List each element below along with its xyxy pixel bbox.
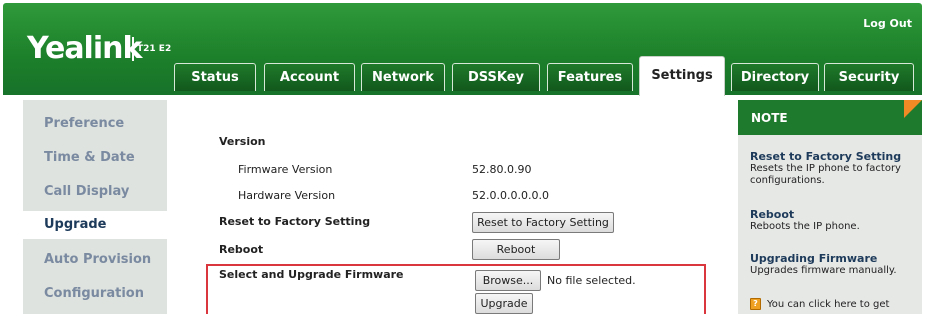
select-upgrade-firmware-label: Select and Upgrade Firmware — [219, 268, 404, 281]
yealink-logo: Yealink — [27, 31, 142, 66]
note-help-link[interactable]: You can click here to get — [767, 299, 922, 311]
firmware-version-label: Firmware Version — [238, 163, 333, 176]
note-corner-flag — [904, 100, 922, 118]
sidebar-item-call-display[interactable]: Call Display — [23, 178, 167, 206]
reboot-button[interactable]: Reboot — [472, 239, 560, 260]
tab-settings[interactable]: Settings — [639, 56, 725, 96]
tab-account[interactable]: Account — [264, 63, 355, 91]
tab-directory[interactable]: Directory — [731, 63, 819, 91]
note-panel: NOTE Reset to Factory Setting Resets the… — [738, 100, 922, 314]
sidebar-item-time-date[interactable]: Time & Date — [23, 144, 167, 172]
sidebar-item-upgrade[interactable]: Upgrade — [23, 211, 173, 239]
logo-separator — [132, 37, 134, 61]
note-heading: NOTE — [738, 100, 922, 135]
sidebar-item-configuration[interactable]: Configuration — [23, 280, 167, 308]
model-label: T21 E2 — [137, 44, 172, 54]
reset-factory-label: Reset to Factory Setting — [219, 215, 371, 228]
sidebar: Preference Time & Date Call Display Upgr… — [23, 100, 173, 314]
note-upgrade-text: Upgrades firmware manually. — [750, 265, 897, 276]
file-status-text: No file selected. — [547, 274, 636, 287]
help-book-icon[interactable]: ? — [750, 298, 761, 310]
upgrade-button[interactable]: Upgrade — [475, 293, 533, 314]
tab-security[interactable]: Security — [824, 63, 914, 91]
note-reboot-title: Reboot — [750, 208, 795, 221]
reset-factory-button[interactable]: Reset to Factory Setting — [472, 212, 614, 233]
logout-link[interactable]: Log Out — [863, 17, 912, 30]
firmware-version-value: 52.80.0.90 — [472, 163, 532, 176]
hardware-version-value: 52.0.0.0.0.0.0 — [472, 189, 549, 202]
tab-status[interactable]: Status — [174, 63, 256, 91]
tab-dsskey[interactable]: DSSKey — [452, 63, 540, 91]
note-reboot-text: Reboots the IP phone. — [750, 221, 860, 232]
tab-network[interactable]: Network — [361, 63, 445, 91]
sidebar-item-preference[interactable]: Preference — [23, 110, 167, 138]
note-reset-title: Reset to Factory Setting — [750, 150, 902, 163]
header-bar: Yealink T21 E2 Log Out Status Account Ne… — [3, 3, 922, 96]
note-reset-text: Resets the IP phone to factory configura… — [750, 163, 901, 186]
hardware-version-label: Hardware Version — [238, 189, 336, 202]
tab-features[interactable]: Features — [547, 63, 633, 91]
reboot-label: Reboot — [219, 243, 264, 256]
sidebar-item-auto-provision[interactable]: Auto Provision — [23, 246, 167, 274]
version-heading: Version — [219, 135, 266, 148]
browse-button[interactable]: Browse... — [475, 270, 541, 291]
note-upgrade-title: Upgrading Firmware — [750, 252, 878, 265]
